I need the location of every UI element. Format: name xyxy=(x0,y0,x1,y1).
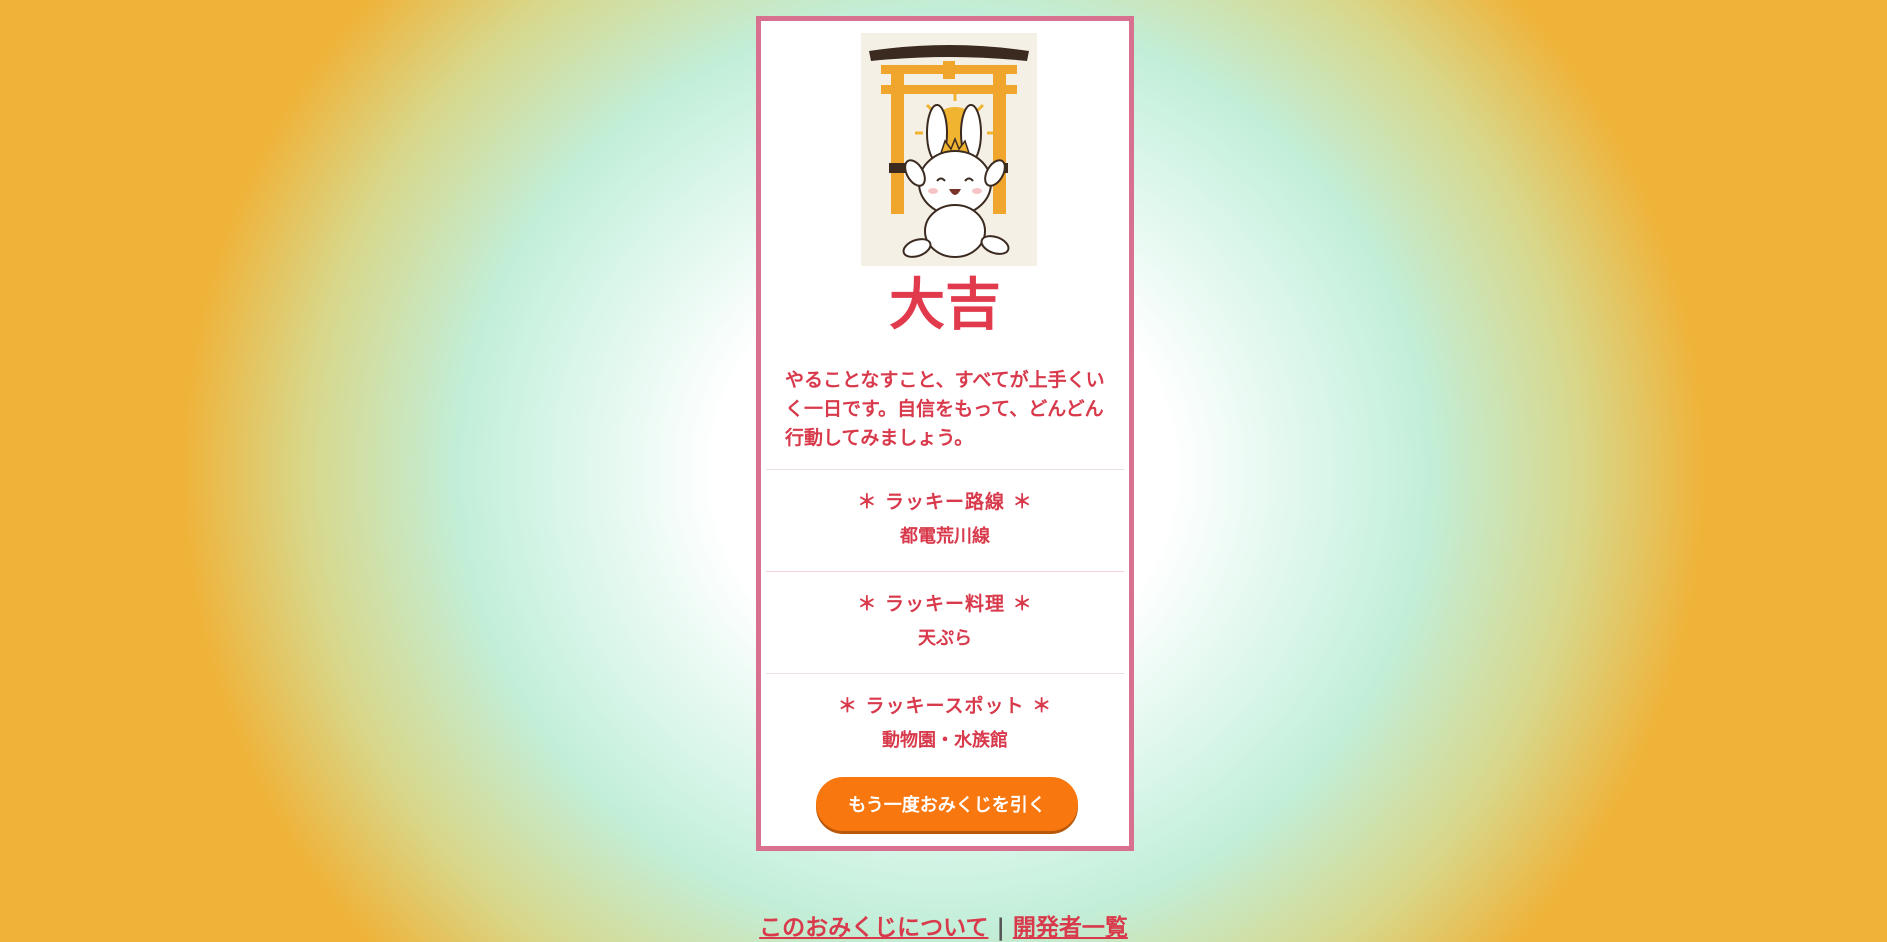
omikuji-result-card: 大吉 やることなすこと、すべてが上手くいく一日です。自信をもって、どんどん行動し… xyxy=(756,16,1134,851)
about-link[interactable]: このおみくじについて xyxy=(759,915,988,941)
rabbit-torii-illustration xyxy=(861,33,1037,266)
lucky-route-item: ＊ ラッキー路線 ＊ 都電荒川線 xyxy=(766,469,1124,569)
footer-separator: | xyxy=(996,915,1005,941)
divider xyxy=(766,571,1124,572)
fortune-message: やることなすこと、すべてが上手くいく一日です。自信をもって、どんどん行動してみま… xyxy=(785,369,1105,449)
lucky-food-title: ＊ ラッキー料理 ＊ xyxy=(857,593,1033,615)
lucky-food-value: 天ぷら xyxy=(918,628,972,649)
lucky-route-title: ＊ ラッキー路線 ＊ xyxy=(857,491,1033,513)
divider xyxy=(766,469,1124,470)
lucky-route-value: 都電荒川線 xyxy=(900,526,990,547)
divider xyxy=(766,673,1124,674)
lucky-spot-title: ＊ ラッキースポット ＊ xyxy=(837,695,1053,717)
lucky-spot-item: ＊ ラッキースポット ＊ 動物園・水族館 xyxy=(766,673,1124,773)
developers-link[interactable]: 開発者一覧 xyxy=(1013,915,1128,941)
draw-again-button[interactable]: もう一度おみくじを引く xyxy=(816,777,1078,831)
lucky-spot-value: 動物園・水族館 xyxy=(882,730,1008,751)
fortune-result: 大吉 xyxy=(889,273,1001,338)
lucky-food-item: ＊ ラッキー料理 ＊ 天ぷら xyxy=(766,571,1124,671)
footer-links: このおみくじについて | 開発者一覧 xyxy=(0,908,1887,942)
